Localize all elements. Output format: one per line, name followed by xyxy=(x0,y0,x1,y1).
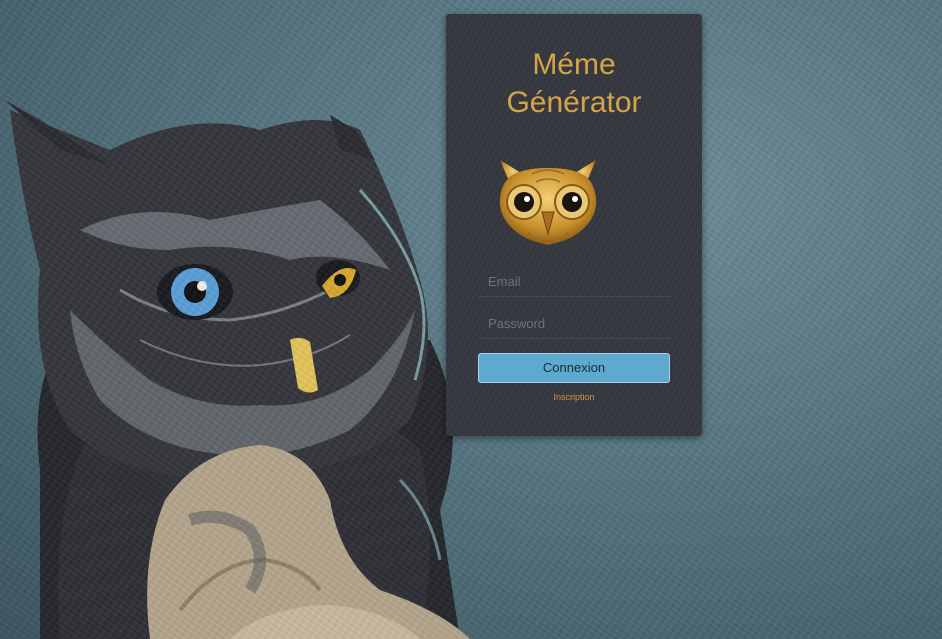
password-input[interactable] xyxy=(478,309,670,339)
app-title-line2: Générator xyxy=(506,86,642,119)
connexion-button[interactable]: Connexion xyxy=(478,353,670,383)
app-title: Méme Générator xyxy=(446,46,702,122)
email-input[interactable] xyxy=(478,267,670,297)
inscription-link[interactable]: Inscription xyxy=(446,392,702,402)
owl-background-illustration xyxy=(5,100,470,639)
app-title-line1: Méme xyxy=(532,48,616,81)
login-card: Méme Générator Email Connexion Inscripti… xyxy=(446,14,702,436)
owl-logo-icon xyxy=(499,160,597,245)
login-page: Méme Générator Email Connexion Inscripti… xyxy=(0,0,942,639)
